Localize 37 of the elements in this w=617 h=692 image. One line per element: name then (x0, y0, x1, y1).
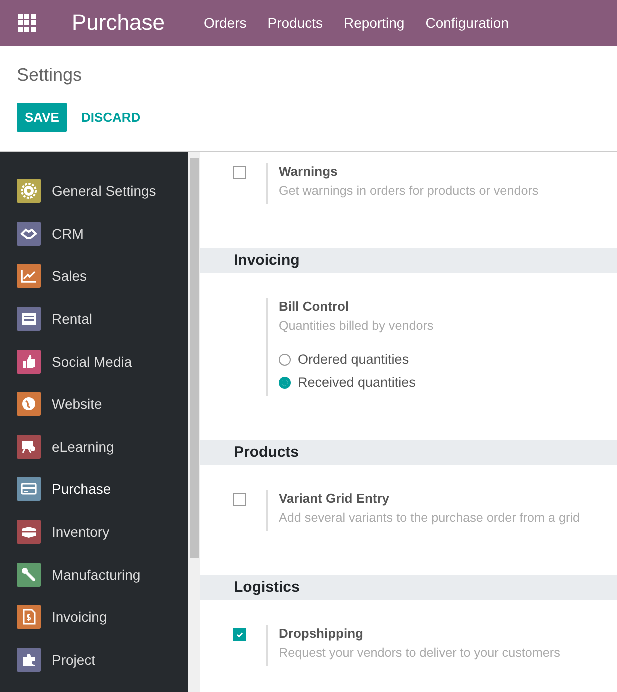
setting-description: Get warnings in orders for products or vendors (279, 183, 539, 200)
checkbox[interactable] (233, 166, 246, 179)
setting-description: Add several variants to the purchase order from a grid (279, 510, 580, 527)
sidebar-item[interactable]: Sales (0, 255, 188, 298)
sidebar-item[interactable]: Inventory (0, 510, 188, 554)
sidebar-scrollbar[interactable] (188, 152, 200, 692)
sidebar-item[interactable]: Social Media (0, 340, 188, 383)
checkbox[interactable] (233, 628, 246, 641)
radio-button[interactable] (279, 376, 291, 388)
app-title: Purchase (72, 10, 165, 36)
nav-menu-item[interactable]: Orders (204, 15, 247, 31)
radio-label[interactable]: Ordered quantities (298, 352, 410, 367)
sidebar-item[interactable]: eLearning (0, 426, 188, 468)
setting-title: Variant Grid Entry (279, 490, 391, 508)
app-grid-icon[interactable] (18, 14, 36, 32)
setting-description: Quantities billed by vendors (279, 318, 434, 335)
sidebar-item[interactable]: Website (0, 382, 188, 426)
section-header: Invoicing (200, 248, 617, 273)
radio-label[interactable]: Received quantities (298, 375, 416, 390)
sidebar-item[interactable]: CRM (0, 212, 188, 256)
setting-title: Warnings (279, 163, 339, 181)
sidebar-item[interactable]: General Settings (0, 170, 188, 213)
setting-title: Bill Control (279, 298, 350, 316)
nav-menu-item[interactable]: Configuration (426, 15, 509, 31)
nav-menu-item[interactable]: Products (268, 15, 323, 31)
setting-description: Request your vendors to deliver to your customers (279, 645, 560, 662)
breadcrumb: Settings (17, 65, 84, 86)
sidebar-item[interactable]: Rental (0, 298, 188, 340)
setting-title: Dropshipping (279, 625, 364, 643)
checkbox[interactable] (233, 493, 246, 506)
nav-menu-item[interactable]: Reporting (344, 15, 405, 31)
sidebar-item[interactable]: Manufacturing (0, 553, 188, 596)
radio-button[interactable] (279, 354, 291, 366)
sidebar-item[interactable]: Project (0, 638, 188, 682)
sidebar-item[interactable]: Invoicing (0, 596, 188, 639)
section-header: Logistics (200, 575, 617, 600)
section-header: Products (200, 440, 617, 465)
